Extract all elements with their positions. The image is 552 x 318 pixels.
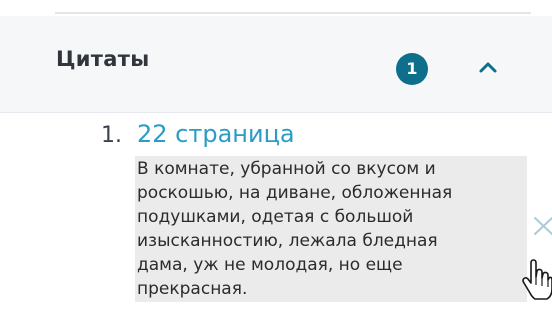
quote-text: В комнате, убранной со вкусом и роскошью… [135,156,527,302]
quote-number: 1. [101,123,122,148]
divider [55,12,531,14]
section-title: Цитаты [56,47,150,71]
close-icon[interactable] [532,213,552,237]
quote-page-link[interactable]: 22 страница [137,122,295,146]
quote-count-badge: 1 [396,53,428,85]
chevron-up-icon[interactable] [473,52,503,82]
quotes-panel: Цитаты 1 1. 22 страница В комнате, убран… [0,0,552,318]
